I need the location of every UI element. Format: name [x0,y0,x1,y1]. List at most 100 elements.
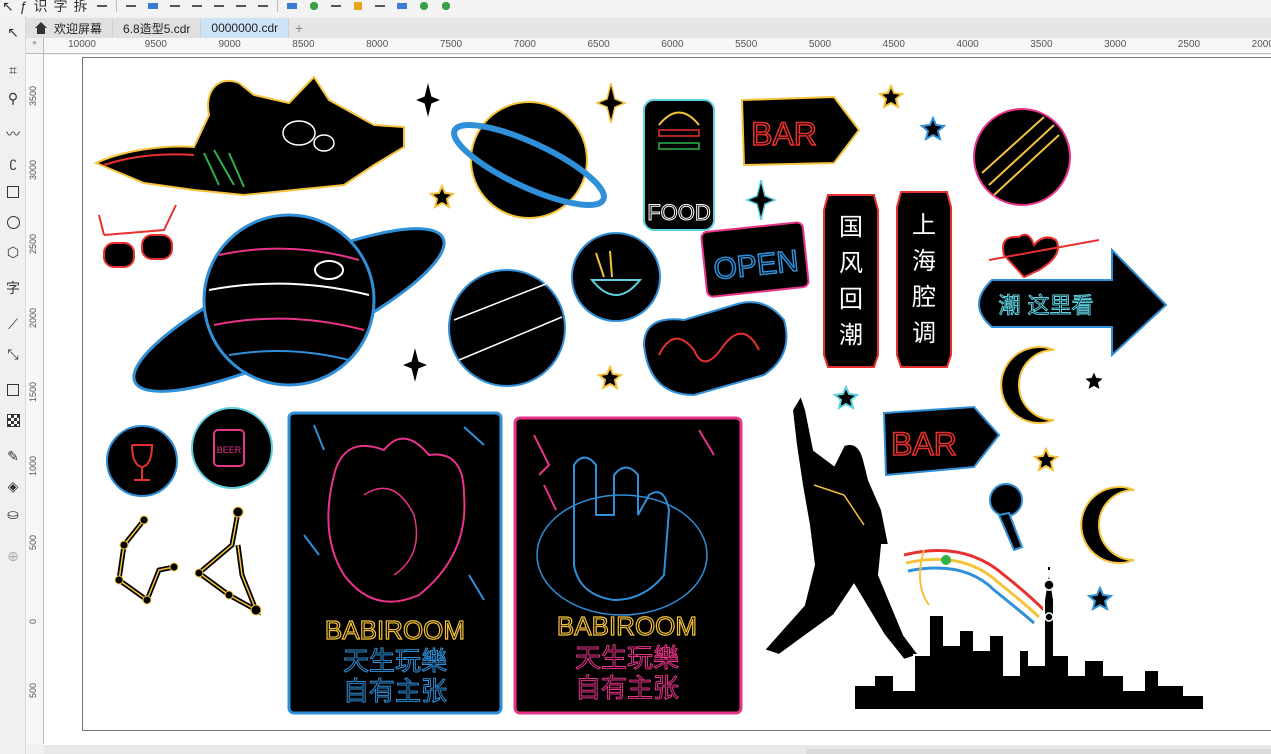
group-icon[interactable] [232,0,249,12]
arrange-icon[interactable] [283,0,300,12]
add-tab-button[interactable]: + [289,18,309,38]
bounds-icon[interactable] [254,0,271,12]
transparency-tool[interactable] [3,410,23,430]
ruler-h-label: 4500 [882,39,905,50]
bar-text: BAR [891,426,957,462]
neon-glasses[interactable] [98,204,177,268]
crop-tool[interactable]: ⌗ [3,60,23,80]
text-tool[interactable]: 字 [3,278,23,298]
bar-text: BAR [751,116,817,152]
microphone-icon[interactable] [989,483,1024,552]
artistic-media-tool[interactable]: ʗ [3,152,23,172]
corel-window: ↖ ƒ 识 字 拆 欢迎屏幕 6.8造型5.cdr 0000000.cdr + … [0,0,1271,754]
neon-artwork[interactable]: FOOD BAR OPEN 国 风 回 潮 上 海 腔 调 潮 这里看 BAR … [44,55,1271,745]
dimension-tool[interactable]: ⟋ [3,314,23,334]
smart-fill-tool[interactable]: ⛀ [3,504,23,524]
vertical-sign-guofeng[interactable]: 国 风 回 潮 [823,194,879,368]
sparkle [413,79,443,121]
constellation-right[interactable] [194,506,262,616]
toolbar-char-2[interactable]: 字 [54,0,68,13]
curve-icon[interactable] [166,0,183,12]
striped-planet[interactable] [973,108,1071,206]
align-icon[interactable] [122,0,139,12]
add-tool-icon[interactable]: ⊕ [3,546,23,566]
horizontal-scrollbar[interactable] [806,749,1271,754]
cafe-neon-sign[interactable] [642,301,788,397]
bar-sign-top[interactable]: BAR [740,95,861,167]
freehand-tool[interactable]: 〰 [3,124,23,144]
vertical-ruler[interactable]: 3500 3000 2500 2000 1500 1000 500 0 500 [26,54,44,744]
horizontal-ruler[interactable]: 10000 9500 9000 8500 8000 7500 7000 6500 6000 550… [44,38,1271,54]
ruler-h-label: 3500 [1030,39,1053,50]
pick-tool-icon[interactable]: ↖ [2,0,14,13]
text-align-icon[interactable] [327,0,344,12]
rectangle-tool[interactable] [3,182,23,202]
fill-tool[interactable]: ◈ [3,476,23,496]
slogan-line2: 自有主张 [343,677,447,707]
vertical-sign-shanghai[interactable]: 上 海 腔 调 [896,191,952,368]
neon-hearts[interactable] [988,233,1100,279]
toolbar-separator [276,0,278,12]
table-icon[interactable] [349,0,366,12]
weld-icon[interactable] [144,0,161,12]
babiroom-poster-pink[interactable]: BABIROOM 天生玩樂 自有主张 [513,416,743,715]
ruler-h-label: 7000 [513,39,536,50]
tab-document-1[interactable]: 6.8造型5.cdr [113,18,202,38]
color-icon[interactable] [393,0,410,12]
constellation-left[interactable] [114,515,179,605]
music-notes-wave[interactable] [903,549,1046,625]
connector-tool[interactable]: ⤡ [3,344,23,364]
big-ringed-planet[interactable] [117,200,461,420]
ruler-h-label: 5500 [735,39,758,50]
saturn-planet[interactable] [445,101,612,220]
wine-badge[interactable] [106,425,178,497]
zoom-tool[interactable]: ⚲ [3,88,23,108]
beer-text: BEER [217,445,242,455]
star [430,185,454,208]
drop-shadow-tool[interactable] [3,380,23,400]
barcode-icon[interactable] [371,0,388,12]
toolbox: ↖ ⌗ ⚲ 〰 ʗ ⬡ 字 ⟋ ⤡ ✎ ◈ ⛀ ⊕ [0,16,26,754]
eyedropper-tool[interactable]: ✎ [3,446,23,466]
ruler-origin[interactable]: ⌖ [26,38,44,54]
star [834,386,858,409]
beer-badge[interactable]: BEER [191,407,273,489]
tab-label: 0000000.cdr [211,21,279,35]
ruler-h-label: 8000 [366,39,389,50]
drawing-canvas[interactable]: FOOD BAR OPEN 国 风 回 潮 上 海 腔 调 潮 这里看 BAR … [44,55,1271,745]
line-icon[interactable] [210,0,227,12]
dark-planet[interactable] [448,269,566,387]
noodle-bowl-badge[interactable] [571,232,661,322]
babiroom-poster-blue[interactable]: BABIROOM 天生玩樂 自有主张 [287,411,503,715]
ruler-h-label: 8500 [292,39,315,50]
crescent-moon [1000,346,1055,424]
pick-tool[interactable]: ↖ [3,22,23,42]
toolbar-char-1[interactable]: 识 [34,0,48,13]
sparkle [596,82,626,124]
star [1034,448,1058,471]
ruler-h-label: 2500 [1177,39,1201,50]
ruler-h-label: 9000 [218,39,241,50]
flying-robot-figure[interactable] [93,75,405,197]
sign-char: 调 [912,319,936,347]
ruler-h-label: 7500 [439,39,463,50]
open-neon-sign[interactable]: OPEN [700,221,810,298]
script-icon[interactable]: ƒ [20,0,28,13]
ruler-h-label: 3000 [1104,39,1127,50]
node-icon[interactable] [188,0,205,12]
arrow-sign[interactable]: 潮 这里看 [978,247,1168,358]
food-neon-sign[interactable]: FOOD [643,99,715,231]
layout-icon[interactable] [93,0,110,12]
tab-welcome[interactable]: 欢迎屏幕 [24,18,114,38]
toolbar-char-3[interactable]: 拆 [74,0,88,13]
ellipse-tool[interactable] [3,212,23,232]
polygon-tool[interactable]: ⬡ [3,242,23,262]
sign-char: 海 [912,247,936,275]
bar-sign-bottom[interactable]: BAR [882,405,1001,477]
tab-document-2[interactable]: 0000000.cdr [201,18,290,38]
sparkle [400,344,430,386]
plugin2-icon[interactable] [437,0,454,12]
image-icon[interactable] [305,0,322,12]
plugin-icon[interactable] [415,0,432,12]
ruler-h-label: 5000 [808,39,832,50]
